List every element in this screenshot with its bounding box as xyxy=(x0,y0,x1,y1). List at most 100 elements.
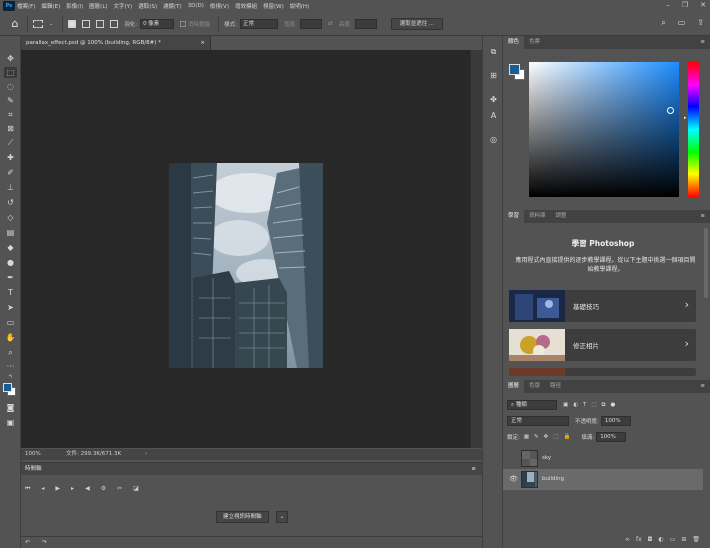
select-and-mask-button[interactable]: 選取並遮住 ... xyxy=(390,17,444,30)
layer-row-sky[interactable]: sky xyxy=(503,448,703,469)
menu-image[interactable]: 影像(I) xyxy=(66,2,83,10)
marquee-preset-icon[interactable] xyxy=(33,19,43,28)
menu-view[interactable]: 檢視(V) xyxy=(210,2,229,10)
panel-menu-icon[interactable]: ≡ xyxy=(700,380,705,393)
convert-icon[interactable]: ↶ xyxy=(25,539,30,546)
quick-mask-icon[interactable]: ◙ xyxy=(4,402,17,413)
render-icon[interactable]: ↷ xyxy=(42,539,47,546)
foreground-color-swatch[interactable] xyxy=(509,64,520,75)
chevron-down-icon[interactable]: ⌄ xyxy=(276,511,288,523)
previous-frame-icon[interactable]: ◂ xyxy=(41,485,44,493)
timeline-title[interactable]: 時間軸 xyxy=(25,466,42,472)
move-tool-icon[interactable]: ✥ xyxy=(4,53,17,64)
new-selection-icon[interactable] xyxy=(68,19,77,28)
restore-icon[interactable]: ❐ xyxy=(682,1,688,9)
hue-slider[interactable] xyxy=(688,62,699,197)
menu-filter[interactable]: 濾鏡(T) xyxy=(163,2,182,10)
anti-alias-checkbox[interactable] xyxy=(180,20,187,27)
menu-window[interactable]: 視窗(W) xyxy=(263,2,284,10)
learn-scrollbar[interactable] xyxy=(704,228,708,298)
brush-tool-icon[interactable]: ✐ xyxy=(4,167,17,178)
close-tab-icon[interactable]: × xyxy=(200,36,205,50)
add-to-selection-icon[interactable] xyxy=(82,19,91,28)
type-tool-icon[interactable]: T xyxy=(4,287,17,298)
cut-icon[interactable]: ✂ xyxy=(117,485,122,493)
history-brush-tool-icon[interactable]: ↺ xyxy=(4,197,17,208)
quick-selection-tool-icon[interactable]: ✎ xyxy=(4,95,17,106)
new-layer-icon[interactable]: ⊞ xyxy=(681,536,686,543)
panel-menu-icon[interactable]: ≡ xyxy=(700,36,705,49)
swap-icon[interactable]: ⇄ xyxy=(328,20,333,27)
menu-file[interactable]: 檔案(F) xyxy=(17,2,35,10)
visibility-toggle[interactable] xyxy=(509,454,517,462)
workspace-icon[interactable]: ▭ xyxy=(678,18,686,28)
chevron-down-icon[interactable]: ⌄ xyxy=(49,21,53,27)
navigator-panel-icon[interactable]: ◎ xyxy=(487,134,500,146)
tab-swatches[interactable]: 色票 xyxy=(524,36,545,49)
hue-marker-icon[interactable]: ▸ xyxy=(684,115,687,121)
screen-mode-icon[interactable]: ▣ xyxy=(4,417,17,428)
minimize-icon[interactable]: – xyxy=(666,1,670,9)
brush-settings-icon[interactable]: ✤ xyxy=(487,94,500,106)
height-field[interactable] xyxy=(354,18,377,29)
new-group-icon[interactable]: ▭ xyxy=(670,536,676,543)
frame-tool-icon[interactable]: ⊠ xyxy=(4,123,17,134)
menu-type[interactable]: 文字(Y) xyxy=(114,2,133,10)
learn-card-fix-photos[interactable]: 修正相片 › xyxy=(509,329,696,361)
layer-kind-filter[interactable]: ⌕ 種類 xyxy=(507,400,557,410)
adjustment-layer-icon[interactable]: ◐ xyxy=(658,536,663,543)
history-panel-icon[interactable]: ⧉ xyxy=(487,46,500,58)
panel-menu-icon[interactable]: ≡ xyxy=(471,463,476,475)
file-size-info[interactable]: 文件: 299.3K/671.3K xyxy=(66,449,121,460)
hand-tool-icon[interactable]: ✋ xyxy=(4,332,17,343)
path-selection-tool-icon[interactable]: ➤ xyxy=(4,302,17,313)
crop-tool-icon[interactable]: ⌗ xyxy=(4,109,17,120)
menu-help[interactable]: 說明(H) xyxy=(290,2,309,10)
gradient-tool-icon[interactable]: ▤ xyxy=(4,227,17,238)
tab-learn[interactable]: 學習 xyxy=(503,210,525,223)
rectangle-tool-icon[interactable]: ▭ xyxy=(4,317,17,328)
tab-libraries[interactable]: 資料庫 xyxy=(524,210,551,223)
feather-field[interactable]: 0 像素 xyxy=(140,18,175,29)
fill-field[interactable]: 100% xyxy=(596,432,627,442)
canvas-vertical-scrollbar[interactable] xyxy=(470,50,482,448)
zoom-tool-icon[interactable]: ⌕ xyxy=(4,347,17,358)
search-icon[interactable]: ⌕ xyxy=(661,18,665,28)
menu-3d[interactable]: 3D(D) xyxy=(188,3,204,9)
home-icon[interactable]: ⌂ xyxy=(8,17,22,31)
width-field[interactable] xyxy=(299,18,322,29)
pen-tool-icon[interactable]: ✒ xyxy=(4,272,17,283)
swap-colors-icon[interactable]: ↰ xyxy=(4,372,17,383)
eraser-tool-icon[interactable]: ◇ xyxy=(4,212,17,223)
clone-stamp-tool-icon[interactable]: ⊥ xyxy=(4,182,17,193)
layer-name[interactable]: building xyxy=(542,476,564,482)
tab-channels[interactable]: 色版 xyxy=(524,380,545,393)
lasso-tool-icon[interactable]: ◌ xyxy=(4,81,17,92)
color-picker-ring[interactable] xyxy=(667,107,674,114)
rectangular-marquee-tool-icon[interactable]: ⬚ xyxy=(4,67,17,78)
lock-icons[interactable]: ▦✎✥⬚🔒 xyxy=(524,434,575,440)
delete-layer-icon[interactable]: 🗑 xyxy=(692,536,700,543)
blend-mode-select[interactable]: 正常 xyxy=(507,416,569,426)
properties-panel-icon[interactable]: ⊞ xyxy=(487,70,500,82)
add-mask-icon[interactable]: ◘ xyxy=(648,536,653,543)
healing-brush-tool-icon[interactable]: ✚ xyxy=(4,152,17,163)
dodge-tool-icon[interactable]: ● xyxy=(4,257,17,268)
intersect-selection-icon[interactable] xyxy=(110,19,119,28)
zoom-level[interactable]: 100% xyxy=(25,449,41,460)
play-icon[interactable]: ▶ xyxy=(55,485,60,493)
next-frame-icon[interactable]: ▸ xyxy=(71,485,74,493)
eye-icon[interactable]: 👁 xyxy=(509,475,518,483)
menu-layer[interactable]: 圖層(L) xyxy=(89,2,107,10)
building-photo[interactable] xyxy=(169,163,323,368)
more-tools-icon[interactable]: ··· xyxy=(4,361,17,372)
tab-adjustments[interactable]: 調整 xyxy=(551,210,572,223)
filter-type-icons[interactable]: ▣◐T⬚⧉● xyxy=(563,402,620,409)
transition-icon[interactable]: ◪ xyxy=(133,485,139,493)
learn-card-partial[interactable] xyxy=(509,368,696,376)
status-menu-icon[interactable]: › xyxy=(145,449,147,460)
settings-icon[interactable]: ⚙ xyxy=(101,485,106,493)
close-icon[interactable]: ✕ xyxy=(700,1,706,9)
document-tab[interactable]: parallax_effect.psd @ 100% (building, RG… xyxy=(21,36,211,50)
share-icon[interactable]: ⇪ xyxy=(697,18,704,28)
